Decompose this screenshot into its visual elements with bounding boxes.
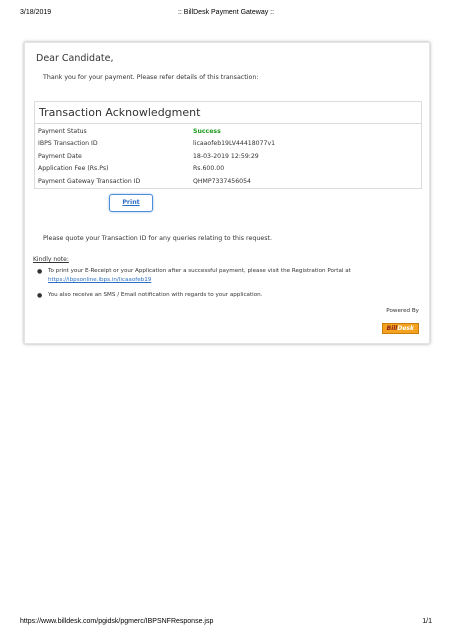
row-label: Application Fee (Rs.Ps) (38, 165, 109, 173)
powered-by-label: Powered By (386, 308, 419, 314)
divider (35, 123, 421, 124)
page-number: 1/1 (422, 618, 432, 625)
ibps-transaction-id-value: licaaofeb19LV44418077v1 (193, 140, 276, 148)
quote-transaction-note: Please quote your Transaction ID for any… (43, 235, 272, 242)
ack-title: Transaction Acknowledgment (39, 106, 201, 119)
print-button[interactable]: Print (109, 194, 153, 212)
payment-date-value: 18-03-2019 12:59:29 (193, 152, 259, 160)
billdesk-logo: BillDesk (381, 323, 419, 334)
row-label: IBPS Transaction ID (38, 140, 98, 148)
application-fee-value: Rs.600.00 (193, 165, 225, 173)
powered-by: Powered By BillDesk (381, 308, 419, 334)
row-payment-status: Payment Status Success (38, 126, 418, 138)
gateway-transaction-id-value: QHMP7337456054 (193, 177, 251, 185)
bullet-icon: ● (37, 292, 43, 299)
row-application-fee: Application Fee (Rs.Ps) Rs.600.00 (38, 163, 418, 175)
list-item: ● You also receive an SMS / Email notifi… (35, 291, 419, 300)
row-gateway-transaction-id: Payment Gateway Transaction ID QHMP73374… (38, 176, 418, 188)
acknowledgment-card: Dear Candidate, Thank you for your payme… (24, 42, 430, 344)
list-item: ● To print your E-Receipt or your Applic… (35, 267, 419, 285)
registration-portal-link[interactable]: https://ibpsonline.ibps.in/licaaofeb19 (48, 277, 151, 283)
payment-status-value: Success (193, 128, 221, 135)
row-label: Payment Gateway Transaction ID (38, 177, 141, 185)
row-label: Payment Date (38, 152, 82, 160)
row-label: Payment Status (38, 128, 87, 135)
transaction-acknowledgment-box: Transaction Acknowledgment Payment Statu… (34, 101, 422, 189)
print-header: 3/18/2019 :: BillDesk Payment Gateway :: (20, 9, 432, 21)
print-footer: https://www.billdesk.com/pgidsk/pgmerc/I… (20, 618, 432, 630)
kindly-note-heading: Kindly note: (33, 256, 69, 263)
greeting: Dear Candidate, (36, 53, 114, 64)
print-url: https://www.billdesk.com/pgidsk/pgmerc/I… (20, 618, 214, 625)
row-payment-date: Payment Date 18-03-2019 12:59:29 (38, 151, 418, 163)
print-page-title: :: BillDesk Payment Gateway :: (177, 9, 275, 16)
note-text: To print your E-Receipt or your Applicat… (48, 268, 351, 274)
thanks-message: Thank you for your payment. Please refer… (43, 74, 259, 81)
note-text: You also receive an SMS / Email notifica… (48, 292, 263, 298)
kindly-note-list: ● To print your E-Receipt or your Applic… (35, 267, 419, 306)
bullet-icon: ● (37, 268, 43, 275)
row-ibps-transaction-id: IBPS Transaction ID licaaofeb19LV4441807… (38, 138, 418, 150)
transaction-details: Payment Status Success IBPS Transaction … (38, 126, 418, 188)
